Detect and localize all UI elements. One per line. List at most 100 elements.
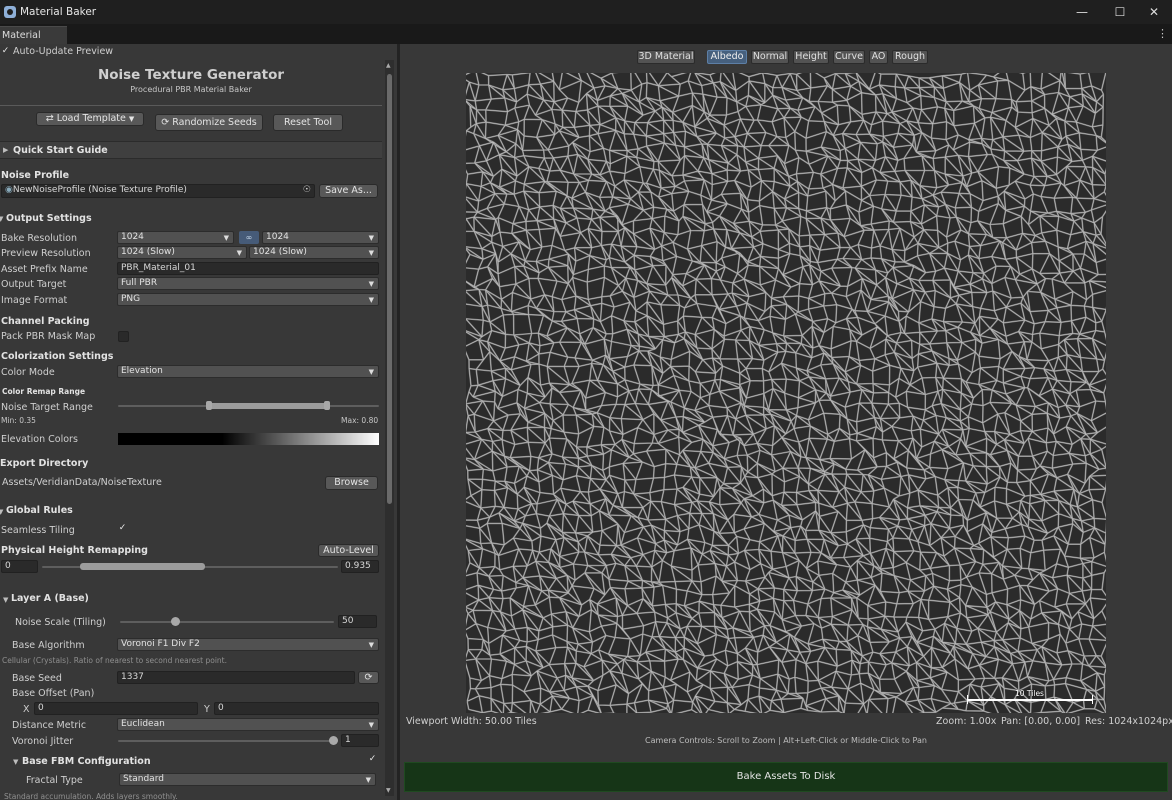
- view-mode-height[interactable]: Height: [793, 50, 829, 64]
- preview-resolution-dropdown[interactable]: 1024 (Slow) ▼: [117, 246, 247, 259]
- voronoi-jitter-track[interactable]: [118, 740, 338, 742]
- scale-bar-tick-left: [967, 695, 968, 704]
- view-mode-albedo[interactable]: Albedo: [707, 50, 747, 64]
- scroll-down-icon[interactable]: ▼: [386, 787, 391, 794]
- image-format-label: Image Format: [1, 295, 68, 306]
- output-target-dropdown[interactable]: Full PBR ▼: [117, 277, 379, 290]
- base-algorithm-label: Base Algorithm: [12, 640, 85, 651]
- scale-bar-label: 10 Tiles: [1015, 689, 1044, 698]
- inspector-scrollbar[interactable]: ▲ ▼: [385, 60, 394, 796]
- reset-tool-button[interactable]: Reset Tool: [273, 114, 343, 131]
- elevation-colors-label: Elevation Colors: [1, 434, 78, 445]
- bake-resolution-label: Bake Resolution: [1, 233, 78, 244]
- save-as-button[interactable]: Save As...: [319, 184, 378, 198]
- close-icon[interactable]: ✕: [1136, 0, 1172, 24]
- voronoi-jitter-input[interactable]: 1: [341, 734, 379, 747]
- tab-material-baker[interactable]: Material Baker: [0, 26, 67, 59]
- noise-scale-track[interactable]: [120, 621, 334, 623]
- noise-profile-field[interactable]: ◉NewNoiseProfile (Noise Texture Profile)…: [1, 184, 315, 198]
- global-rules-header[interactable]: Global Rules: [6, 505, 73, 516]
- browse-button[interactable]: Browse: [325, 476, 378, 490]
- load-template-dropdown[interactable]: ⇄ Load Template ▼: [36, 112, 144, 126]
- maximize-icon[interactable]: ☐: [1102, 0, 1138, 24]
- voronoi-jitter-handle[interactable]: [329, 736, 338, 745]
- chevron-down-icon[interactable]: ▼: [3, 596, 8, 604]
- offset-x-label: X: [23, 704, 30, 715]
- asset-prefix-input[interactable]: PBR_Material_01: [117, 262, 379, 275]
- output-settings-header[interactable]: Output Settings: [6, 213, 92, 224]
- height-max-input[interactable]: 0.935: [341, 560, 379, 573]
- distance-metric-dropdown[interactable]: Euclidean ▼: [117, 718, 379, 731]
- offset-x-input[interactable]: 0: [34, 702, 198, 715]
- refresh-seed-button[interactable]: ⟳: [358, 671, 379, 684]
- colorization-header: Colorization Settings: [1, 351, 114, 362]
- offset-y-label: Y: [204, 704, 210, 715]
- more-options-icon[interactable]: ⋮: [1157, 27, 1168, 40]
- material-baker-window: Material Baker — ☐ ✕ Material Baker ⋮ ✓ …: [0, 0, 1172, 800]
- chevron-down-icon[interactable]: ▼: [0, 215, 3, 223]
- scale-bar: [967, 699, 1093, 701]
- chevron-down-icon[interactable]: ▼: [13, 758, 18, 766]
- link-icon[interactable]: ∞: [239, 231, 259, 244]
- height-range-fill[interactable]: [80, 563, 205, 570]
- view-mode-normal[interactable]: Normal: [751, 50, 789, 64]
- noise-range-min-handle[interactable]: [206, 401, 213, 410]
- randomize-seeds-button[interactable]: ⟳ Randomize Seeds: [155, 114, 263, 131]
- color-mode-dropdown[interactable]: Elevation ▼: [117, 365, 379, 378]
- elevation-gradient-field[interactable]: [118, 433, 379, 445]
- noise-profile-header: Noise Profile: [1, 170, 70, 181]
- view-mode-3d-material[interactable]: 3D Material: [637, 50, 695, 64]
- profile-icon: ◉: [5, 185, 13, 195]
- algorithm-description: Cellular (Crystals). Ratio of nearest to…: [2, 656, 227, 665]
- view-mode-ao[interactable]: AO: [869, 50, 888, 64]
- image-format-dropdown[interactable]: PNG ▼: [117, 293, 379, 306]
- export-directory-header: Export Directory: [0, 458, 89, 469]
- height-min-input[interactable]: 0: [1, 560, 38, 573]
- chevron-down-icon[interactable]: ▼: [0, 508, 3, 516]
- base-algorithm-dropdown[interactable]: Voronoi F1 Div F2 ▼: [117, 638, 379, 651]
- noise-range-max-handle[interactable]: [323, 401, 330, 410]
- scroll-up-icon[interactable]: ▲: [386, 62, 391, 69]
- distance-metric-label: Distance Metric: [12, 720, 87, 731]
- auto-level-button[interactable]: Auto-Level: [318, 544, 379, 557]
- channel-packing-header: Channel Packing: [1, 316, 90, 327]
- fractal-type-dropdown[interactable]: Standard ▼: [119, 773, 376, 786]
- base-offset-label: Base Offset (Pan): [12, 688, 95, 699]
- pan-text: Pan: [0.00, 0.00]: [1001, 716, 1081, 727]
- noise-scale-handle[interactable]: [171, 617, 180, 626]
- view-mode-rough[interactable]: Rough: [892, 50, 928, 64]
- viewport-width-text: Viewport Width: 50.00 Tiles: [406, 716, 537, 727]
- color-remap-header: Color Remap Range: [2, 387, 86, 396]
- minimize-icon[interactable]: —: [1064, 0, 1100, 24]
- bake-assets-button[interactable]: Bake Assets To Disk: [404, 762, 1168, 792]
- noise-range-fill[interactable]: [209, 403, 327, 409]
- offset-y-input[interactable]: 0: [214, 702, 379, 715]
- base-seed-input[interactable]: 1337: [117, 671, 355, 684]
- bake-resolution-width-dropdown[interactable]: 1024 ▼: [117, 231, 234, 244]
- scrollbar-thumb[interactable]: [387, 74, 392, 504]
- auto-update-label: Auto-Update Preview: [13, 46, 114, 57]
- fractal-description: Standard accumulation. Adds layers smoot…: [4, 792, 178, 800]
- preview-resolution-secondary-dropdown[interactable]: 1024 (Slow) ▼: [249, 246, 379, 259]
- texture-preview[interactable]: 10 Tiles: [466, 73, 1106, 713]
- noise-scale-input[interactable]: 50: [338, 615, 377, 628]
- swap-icon: ⇄: [45, 113, 54, 124]
- pack-mask-map-checkbox[interactable]: [118, 331, 129, 342]
- range-max-text: Max: 0.80: [341, 416, 379, 425]
- preview-resolution-label: Preview Resolution: [1, 248, 91, 259]
- tab-bar: Material Baker ⋮: [0, 24, 1172, 59]
- seamless-tiling-checkbox[interactable]: ✓: [117, 524, 128, 535]
- pack-mask-map-label: Pack PBR Mask Map: [1, 331, 96, 342]
- layer-a-header[interactable]: Layer A (Base): [11, 593, 89, 604]
- bake-resolution-height-dropdown[interactable]: 1024 ▼: [262, 231, 379, 244]
- viewport-panel: 3D Material Albedo Normal Height Curve AO Roug…: [400, 44, 1172, 800]
- view-mode-curve[interactable]: Curve: [833, 50, 865, 64]
- app-icon: [4, 6, 16, 18]
- object-picker-icon[interactable]: ☉: [303, 185, 311, 196]
- refresh-icon: ⟳: [161, 117, 170, 128]
- base-fbm-checkbox[interactable]: ✓: [367, 755, 378, 766]
- quick-start-foldout[interactable]: ▶ Quick Start Guide: [0, 141, 382, 159]
- auto-update-checkbox[interactable]: ✓: [1, 47, 10, 56]
- noise-target-range-label: Noise Target Range: [1, 402, 93, 413]
- base-fbm-header[interactable]: Base FBM Configuration: [22, 756, 151, 767]
